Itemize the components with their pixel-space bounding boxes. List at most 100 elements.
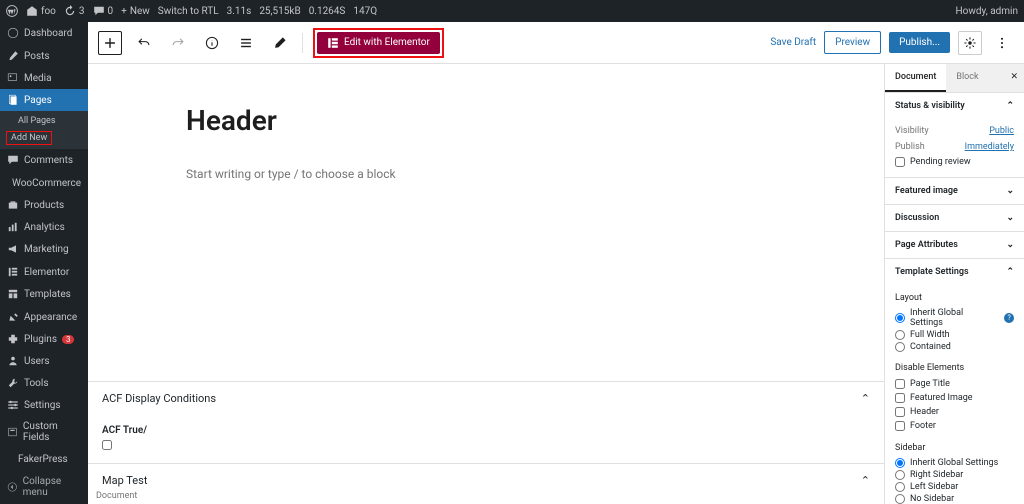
site-name[interactable]: foo <box>26 5 56 17</box>
disable-heading: Disable Elements <box>895 359 1014 377</box>
visibility-label: Visibility <box>895 126 929 136</box>
menu-pages[interactable]: Pages <box>0 89 88 111</box>
close-panel-button[interactable]: ✕ <box>1004 64 1024 92</box>
menu-posts[interactable]: Posts <box>0 45 88 67</box>
settings-panel: Document Block ✕ Status & visibility⌃ Vi… <box>884 64 1024 504</box>
sidebar-opt: No Sidebar <box>910 494 954 504</box>
menu-settings[interactable]: Settings <box>0 394 88 416</box>
layout-contained-radio[interactable] <box>895 342 905 352</box>
edit-with-elementor-button[interactable]: Edit with Elementor <box>317 32 440 54</box>
stat-sec: 0.1264S <box>309 6 346 17</box>
panel-status[interactable]: Status & visibility⌃ <box>885 93 1024 119</box>
help-icon[interactable]: ? <box>1004 313 1014 323</box>
editor-topbar: Edit with Elementor Save Draft Preview P… <box>88 22 1024 64</box>
pending-review-checkbox[interactable] <box>895 157 905 167</box>
preview-button[interactable]: Preview <box>824 31 881 54</box>
menu-media[interactable]: Media <box>0 67 88 89</box>
panel-discussion[interactable]: Discussion⌄ <box>885 205 1024 231</box>
menu-appearance[interactable]: Appearance <box>0 306 88 328</box>
chevron-down-icon: ⌄ <box>1006 213 1014 223</box>
layout-heading: Layout <box>895 289 1014 307</box>
admin-bar: foo 3 0 + New Switch to RTL 3.11s 25,515… <box>0 0 1024 22</box>
menu-dashboard[interactable]: Dashboard <box>0 22 88 44</box>
tab-block[interactable]: Block <box>946 64 988 92</box>
layout-opt: Contained <box>910 342 951 352</box>
menu-woocommerce[interactable]: WooCommerce <box>0 172 88 194</box>
layout-inherit-radio[interactable] <box>895 313 905 323</box>
disable-opt: Footer <box>910 421 936 431</box>
publish-label: Publish <box>895 142 925 152</box>
settings-button[interactable] <box>958 31 982 55</box>
disable-opt: Featured Image <box>910 393 973 403</box>
menu-comments[interactable]: Comments <box>0 149 88 171</box>
chevron-up-icon: ⌃ <box>1006 101 1014 111</box>
menu-analytics[interactable]: Analytics <box>0 216 88 238</box>
publish-value[interactable]: Immediately <box>965 142 1014 152</box>
updates[interactable]: 3 <box>64 5 85 17</box>
admin-sidebar: Dashboard Posts Media Pages All Pages Ad… <box>0 22 88 504</box>
menu-products[interactable]: Products <box>0 194 88 216</box>
sidebar-inherit-radio[interactable] <box>895 458 905 468</box>
menu-marketing[interactable]: Marketing <box>0 238 88 260</box>
switch-rtl[interactable]: Switch to RTL <box>158 6 219 17</box>
panel-template-settings[interactable]: Template Settings⌃ <box>885 259 1024 285</box>
submenu-all-pages[interactable]: All Pages <box>0 113 88 129</box>
acf-section-map[interactable]: Map Test⌃ <box>88 464 884 497</box>
add-block-button[interactable] <box>98 31 122 55</box>
stat-q: 147Q <box>353 6 377 17</box>
submenu-add-new[interactable]: Add New <box>6 131 52 145</box>
menu-elementor[interactable]: Elementor <box>0 261 88 283</box>
acf-true-checkbox[interactable] <box>102 440 112 450</box>
menu-templates[interactable]: Templates <box>0 283 88 305</box>
breadcrumb-document[interactable]: Document <box>88 488 145 504</box>
layout-full-radio[interactable] <box>895 330 905 340</box>
menu-plugins[interactable]: Plugins3 <box>0 328 88 350</box>
sidebar-none-radio[interactable] <box>895 494 905 504</box>
disable-opt: Header <box>910 407 939 417</box>
publish-button[interactable]: Publish... <box>889 32 950 53</box>
disable-footer-checkbox[interactable] <box>895 421 905 431</box>
menu-custom-fields[interactable]: Custom Fields <box>0 416 88 448</box>
sidebar-left-radio[interactable] <box>895 482 905 492</box>
comments-count[interactable]: 0 <box>93 5 114 17</box>
sidebar-right-radio[interactable] <box>895 470 905 480</box>
pending-label: Pending review <box>910 157 971 167</box>
block-placeholder[interactable]: Start writing or type / to choose a bloc… <box>186 167 786 181</box>
wp-logo[interactable] <box>6 5 18 17</box>
menu-tools[interactable]: Tools <box>0 372 88 394</box>
save-draft-button[interactable]: Save Draft <box>770 37 816 48</box>
chevron-up-icon: ⌃ <box>861 474 870 487</box>
howdy-user[interactable]: Howdy, admin <box>956 6 1018 17</box>
edit-button[interactable] <box>268 31 292 55</box>
disable-featured-checkbox[interactable] <box>895 393 905 403</box>
disable-title-checkbox[interactable] <box>895 379 905 389</box>
disable-header-checkbox[interactable] <box>895 407 905 417</box>
sidebar-opt: Right Sidebar <box>910 470 963 480</box>
new-content[interactable]: + New <box>121 6 150 17</box>
info-button[interactable] <box>200 31 224 55</box>
chevron-down-icon: ⌄ <box>1006 186 1014 196</box>
submenu-pages: All Pages Add New <box>0 111 88 149</box>
chevron-up-icon: ⌃ <box>1006 267 1014 277</box>
visibility-value[interactable]: Public <box>989 126 1014 136</box>
elementor-highlight: Edit with Elementor <box>313 28 444 58</box>
layout-opt: Inherit Global Settings <box>910 308 996 328</box>
menu-users[interactable]: Users <box>0 350 88 372</box>
sidebar-opt: Left Sidebar <box>910 482 958 492</box>
disable-opt: Page Title <box>910 379 950 389</box>
acf-field-label: ACF True/ <box>102 425 870 436</box>
panel-featured-image[interactable]: Featured image⌄ <box>885 178 1024 204</box>
collapse-menu[interactable]: Collapse menu <box>0 470 88 504</box>
sidebar-heading: Sidebar <box>895 439 1014 457</box>
page-title-input[interactable]: Header <box>186 104 786 137</box>
outline-button[interactable] <box>234 31 258 55</box>
chevron-up-icon: ⌃ <box>861 392 870 405</box>
menu-fakerpress[interactable]: FakerPress <box>0 449 88 470</box>
undo-button[interactable] <box>132 31 156 55</box>
panel-page-attributes[interactable]: Page Attributes⌄ <box>885 232 1024 258</box>
acf-section-conditions[interactable]: ACF Display Conditions⌃ <box>88 382 884 415</box>
redo-button[interactable] <box>166 31 190 55</box>
more-options-button[interactable] <box>990 31 1014 55</box>
editor-canvas[interactable]: Header Start writing or type / to choose… <box>88 64 884 504</box>
tab-document[interactable]: Document <box>885 64 946 92</box>
